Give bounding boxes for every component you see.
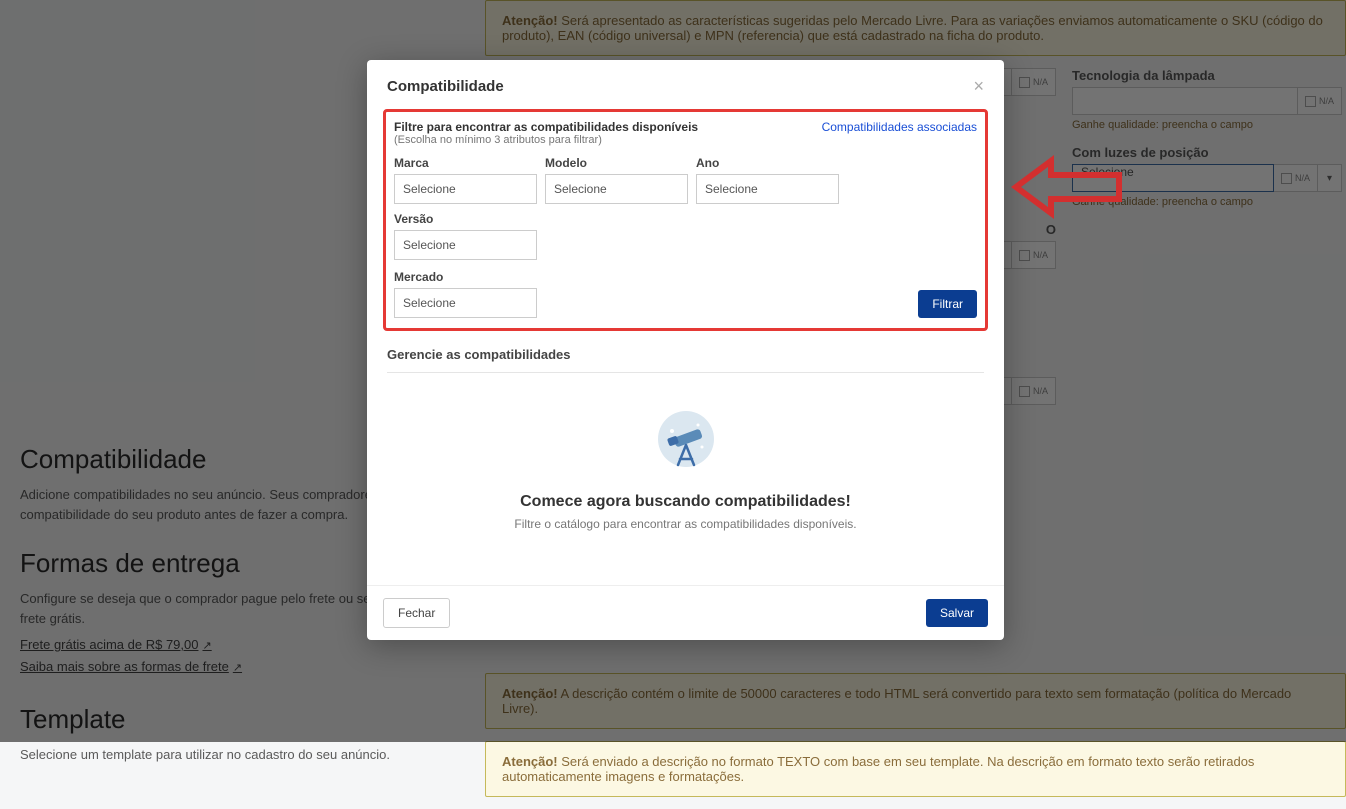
manage-heading: Gerencie as compatibilidades: [383, 341, 988, 372]
empty-text: Filtre o catálogo para encontrar as comp…: [383, 517, 988, 531]
modelo-label: Modelo: [545, 156, 688, 170]
filter-title: Filtre para encontrar as compatibilidade…: [394, 120, 698, 134]
save-button[interactable]: Salvar: [926, 599, 988, 627]
marca-select[interactable]: [394, 174, 537, 204]
filter-button[interactable]: Filtrar: [918, 290, 977, 318]
telescope-icon: [650, 407, 722, 479]
empty-heading: Comece agora buscando compatibilidades!: [383, 493, 988, 511]
empty-state: Comece agora buscando compatibilidades! …: [383, 393, 988, 571]
mercado-select[interactable]: [394, 288, 537, 318]
filter-section: Filtre para encontrar as compatibilidade…: [383, 109, 988, 331]
ano-select[interactable]: [696, 174, 839, 204]
divider: [387, 372, 984, 373]
filter-subtitle: (Escolha no mínimo 3 atributos para filt…: [394, 134, 698, 146]
annotation-arrow-icon: [1011, 153, 1126, 221]
close-icon[interactable]: ×: [973, 76, 984, 97]
template-desc: Selecione um template para utilizar no c…: [20, 745, 465, 765]
compatibilidade-modal: Compatibilidade × Filtre para encontrar …: [367, 60, 1004, 640]
attention-box-3: Atenção! Será enviado a descrição no for…: [485, 741, 1346, 797]
modal-title: Compatibilidade: [387, 78, 504, 95]
ano-label: Ano: [696, 156, 839, 170]
close-button[interactable]: Fechar: [383, 598, 450, 628]
modelo-select[interactable]: [545, 174, 688, 204]
associated-link[interactable]: Compatibilidades associadas: [822, 120, 977, 134]
mercado-label: Mercado: [394, 270, 537, 284]
versao-label: Versão: [394, 212, 537, 226]
versao-select[interactable]: [394, 230, 537, 260]
marca-label: Marca: [394, 156, 537, 170]
